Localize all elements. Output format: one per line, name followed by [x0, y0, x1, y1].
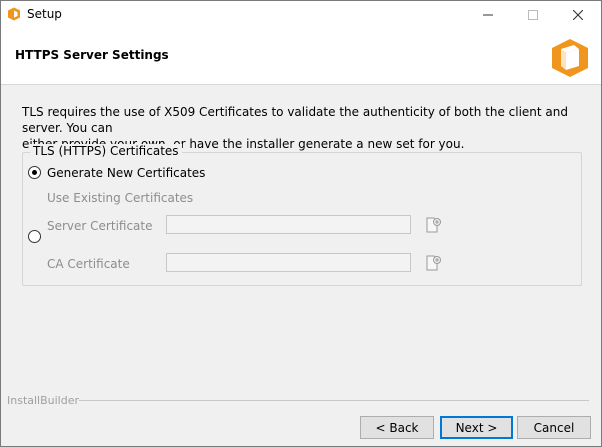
use-existing-certificates-label: Use Existing Certificates — [47, 191, 194, 205]
installbuilder-brand: InstallBuilder — [7, 394, 80, 407]
maximize-button[interactable] — [510, 1, 555, 28]
browse-file-icon[interactable] — [424, 216, 442, 234]
installer-box-icon — [8, 7, 20, 21]
use-existing-certificates-radio[interactable] — [28, 230, 41, 243]
generate-certificates-radio[interactable] — [28, 166, 41, 179]
minimize-icon — [482, 14, 493, 15]
maximize-icon — [527, 9, 538, 20]
title-bar[interactable]: Setup — [1, 1, 601, 28]
page-title: HTTPS Server Settings — [15, 48, 169, 62]
description-line-1: TLS requires the use of X509 Certificate… — [22, 105, 568, 135]
ca-certificate-label: CA Certificate — [47, 257, 130, 271]
installer-box-logo-icon — [552, 39, 588, 77]
window-title: Setup — [27, 7, 62, 21]
setup-window: Setup HTTPS Server Settings TLS requires… — [0, 0, 602, 447]
back-button[interactable]: < Back — [360, 416, 434, 439]
certificates-group-legend: TLS (HTTPS) Certificates — [30, 144, 182, 158]
server-certificate-input[interactable] — [166, 215, 411, 234]
cancel-button[interactable]: Cancel — [517, 416, 591, 439]
close-button[interactable] — [555, 1, 600, 28]
next-button[interactable]: Next > — [440, 416, 513, 439]
footer-divider — [79, 400, 589, 401]
generate-certificates-label[interactable]: Generate New Certificates — [47, 166, 205, 180]
browse-file-icon[interactable] — [424, 254, 442, 272]
ca-certificate-input[interactable] — [166, 253, 411, 272]
server-certificate-label: Server Certificate — [47, 219, 153, 233]
minimize-button[interactable] — [465, 1, 510, 28]
page-header: HTTPS Server Settings — [1, 28, 601, 85]
close-icon — [572, 9, 583, 20]
